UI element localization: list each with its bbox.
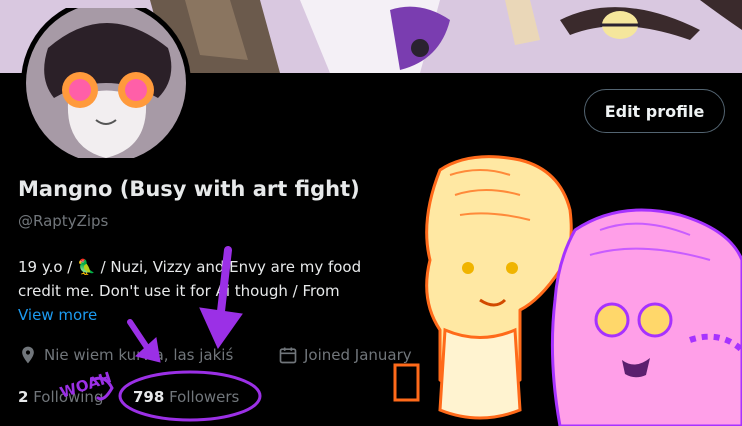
pink-character-drawing (550, 208, 742, 426)
location-pin-icon (22, 346, 34, 364)
display-name: Mangno (Busy with art fight) (18, 177, 360, 201)
join-date-text: Joined January (304, 346, 412, 364)
edit-profile-button[interactable]: Edit profile (584, 89, 725, 133)
bio: 19 y.o / 🦜 / Nuzi, Vizzy and Envy are my… (18, 255, 361, 303)
location: Nie wiem kurwa, las jakiś (18, 345, 233, 365)
followers-link[interactable]: 798 Followers (133, 388, 239, 406)
avatar[interactable] (18, 0, 194, 168)
avatar-image (21, 0, 191, 168)
location-text: Nie wiem kurwa, las jakiś (44, 346, 234, 364)
followers-label: Followers (169, 388, 240, 406)
orange-character-drawing (393, 155, 573, 420)
handle: @RaptyZips (18, 212, 109, 230)
join-date: Joined January (278, 345, 412, 365)
following-count: 2 (18, 388, 29, 406)
bio-line-1: 19 y.o / 🦜 / Nuzi, Vizzy and Envy are my… (18, 258, 362, 276)
calendar-icon (279, 347, 297, 364)
bio-line-2: credit me. Don't use it for Ai though / … (18, 282, 340, 300)
following-link[interactable]: 2 Following (18, 388, 103, 406)
view-more-link[interactable]: View more (18, 306, 97, 324)
following-label: Following (33, 388, 104, 406)
followers-count: 798 (133, 388, 165, 406)
